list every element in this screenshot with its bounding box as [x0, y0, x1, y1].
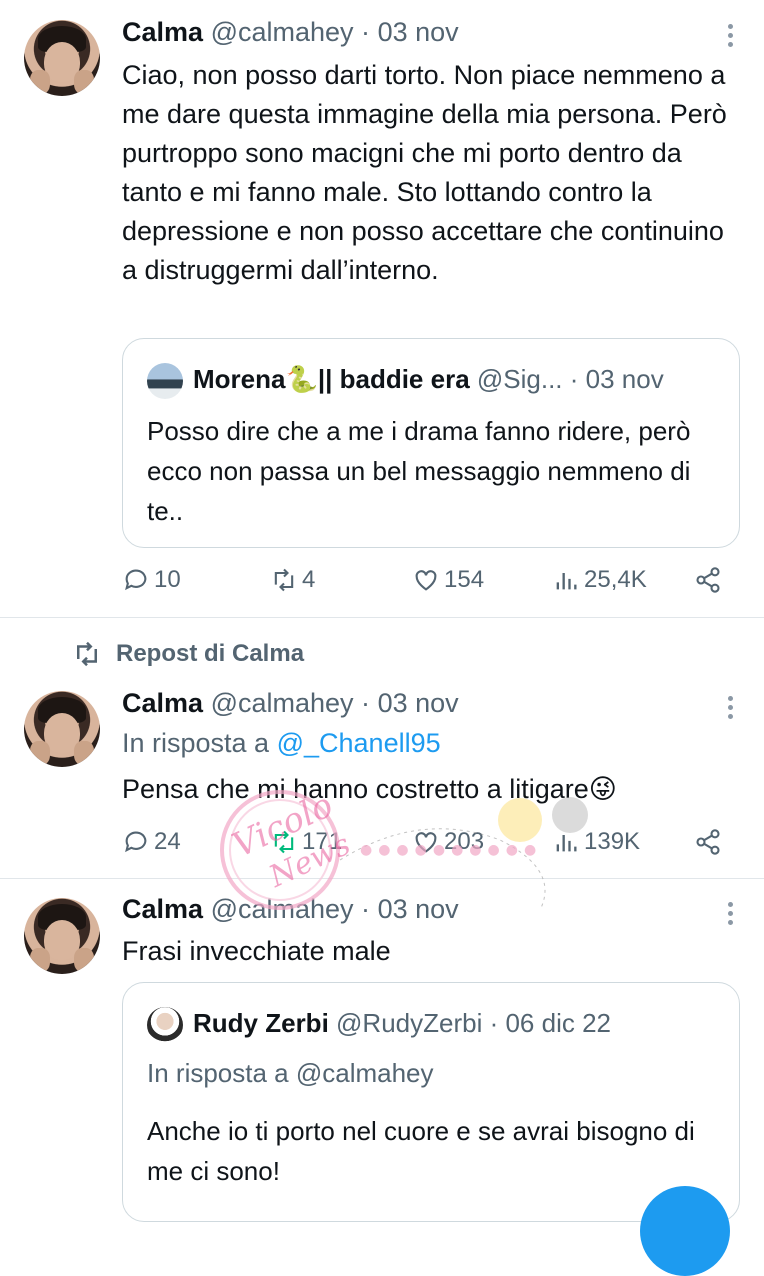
- more-options-icon[interactable]: [728, 696, 734, 723]
- tweet-date[interactable]: 03 nov: [378, 894, 459, 924]
- author-name[interactable]: Calma: [122, 17, 203, 47]
- quote-text: Posso dire che a me i drama fanno ridere…: [147, 416, 691, 526]
- quote-reply-context: In risposta a @calmahey: [147, 1058, 434, 1088]
- quote-avatar: [147, 363, 183, 399]
- tweet-text: Ciao, non posso darti torto. Non piace n…: [122, 60, 727, 285]
- tweet-3[interactable]: Calma @calmahey · 03 nov Frasi invecchia…: [0, 880, 764, 1222]
- quote-header: Rudy Zerbi @RudyZerbi · 06 dic 22: [147, 1007, 611, 1043]
- separator: ·: [361, 688, 371, 718]
- avatar[interactable]: [24, 20, 100, 96]
- reply-count: 10: [154, 566, 181, 593]
- quote-date: · 03 nov: [569, 363, 664, 394]
- like-button[interactable]: 154: [412, 566, 484, 594]
- views-icon: [556, 835, 577, 852]
- author-name[interactable]: Calma: [122, 688, 203, 718]
- reply-icon: [125, 569, 147, 591]
- reply-count: 24: [154, 828, 181, 855]
- tweet-header: Calma @calmahey · 03 nov: [122, 894, 459, 925]
- repost-icon: [274, 830, 294, 854]
- views-button[interactable]: 25,4K: [552, 566, 647, 594]
- divider: [0, 617, 764, 618]
- tweet-text: Pensa che mi hanno costretto a litigare😜: [122, 774, 617, 804]
- quoted-tweet[interactable]: Morena🐍|| baddie era @Sig... · 03 nov Po…: [122, 338, 740, 548]
- quote-date: · 06 dic 22: [489, 1007, 611, 1038]
- share-icon: [696, 567, 720, 593]
- divider: [0, 878, 764, 879]
- reply-prefix: In risposta a: [122, 728, 270, 758]
- quote-header: Morena🐍|| baddie era @Sig... · 03 nov: [147, 363, 664, 399]
- repost-label: Repost di Calma: [116, 640, 305, 667]
- quote-text: Anche io ti porto nel cuore e se avrai b…: [147, 1116, 695, 1186]
- repost-count: 4: [302, 566, 316, 593]
- tweet-header: Calma @calmahey · 03 nov: [122, 688, 459, 719]
- author-handle[interactable]: @calmahey: [211, 688, 354, 718]
- author-handle[interactable]: @calmahey: [211, 17, 354, 47]
- more-options-icon[interactable]: [728, 24, 734, 51]
- quote-author-handle: @RudyZerbi: [336, 1007, 483, 1038]
- reply-button[interactable]: 24: [122, 828, 181, 856]
- author-name[interactable]: Calma: [122, 894, 203, 924]
- repost-icon: [77, 641, 97, 667]
- like-count: 154: [444, 566, 485, 593]
- repost-count: 171: [302, 828, 343, 855]
- tweet-actions: 24 171 203 139K: [122, 828, 732, 862]
- views-button[interactable]: 139K: [552, 828, 640, 856]
- like-button[interactable]: 203: [412, 828, 484, 856]
- more-options-icon[interactable]: [728, 902, 734, 929]
- author-handle[interactable]: @calmahey: [211, 894, 354, 924]
- tweet-actions: 10 4 154 25,4K: [122, 566, 732, 600]
- repost-button[interactable]: 171: [270, 828, 342, 856]
- separator: ·: [361, 894, 371, 924]
- quote-author-name: Morena🐍|| baddie era: [193, 363, 470, 394]
- repost-icon: [274, 568, 294, 592]
- repost-indicator[interactable]: Repost di Calma: [72, 639, 304, 669]
- quote-avatar: [147, 1007, 183, 1043]
- views-icon: [556, 573, 577, 590]
- view-count: 25,4K: [584, 566, 647, 593]
- like-count: 203: [444, 828, 485, 855]
- reply-button[interactable]: 10: [122, 566, 181, 594]
- view-count: 139K: [584, 828, 641, 855]
- avatar[interactable]: [24, 691, 100, 767]
- quote-author-name: Rudy Zerbi: [193, 1007, 329, 1038]
- tweet-date[interactable]: 03 nov: [378, 688, 459, 718]
- tweet-header: Calma @calmahey · 03 nov: [122, 17, 459, 48]
- reply-icon: [125, 831, 147, 853]
- separator: ·: [361, 17, 371, 47]
- heart-icon: [415, 570, 437, 591]
- reply-context: In risposta a @_Chanell95: [122, 728, 441, 759]
- avatar[interactable]: [24, 898, 100, 974]
- quote-author-handle: @Sig...: [476, 363, 563, 394]
- heart-icon: [415, 832, 437, 853]
- tweet-2[interactable]: Calma @calmahey · 03 nov In risposta a @…: [0, 680, 764, 878]
- share-button[interactable]: [694, 828, 722, 856]
- share-icon: [696, 829, 720, 855]
- tweet-1[interactable]: Calma @calmahey · 03 nov Ciao, non posso…: [0, 0, 764, 618]
- share-button[interactable]: [694, 566, 722, 594]
- repost-button[interactable]: 4: [270, 566, 315, 594]
- tweet-text: Frasi invecchiate male: [122, 936, 391, 966]
- reply-mention-link[interactable]: @_Chanell95: [277, 728, 441, 758]
- tweet-date[interactable]: 03 nov: [378, 17, 459, 47]
- quoted-tweet[interactable]: Rudy Zerbi @RudyZerbi · 06 dic 22 In ris…: [122, 982, 740, 1222]
